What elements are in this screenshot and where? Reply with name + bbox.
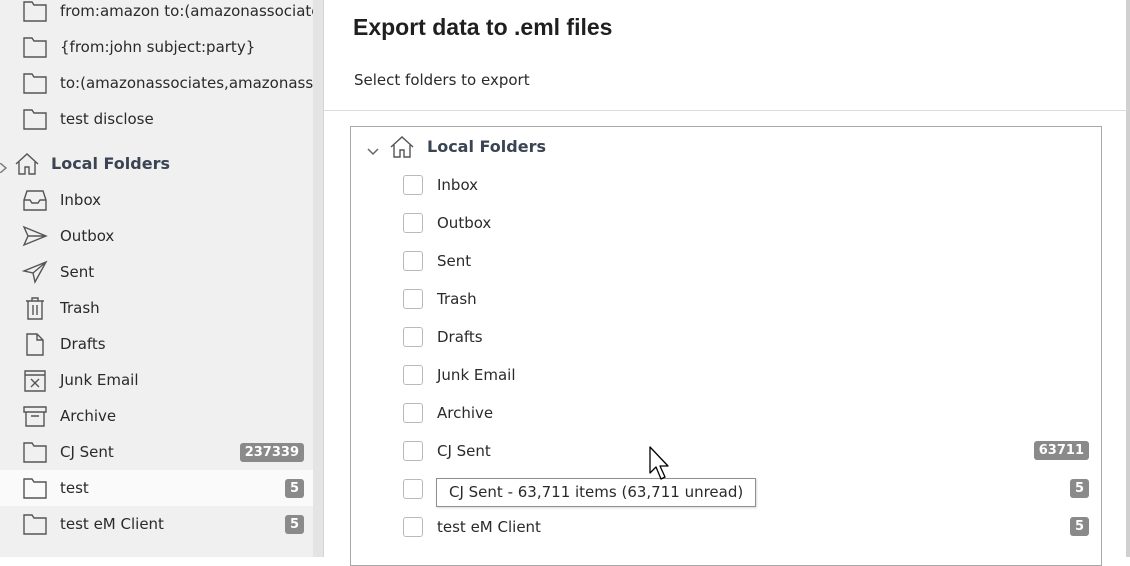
sidebar-item-label: Drafts [60,335,106,353]
tree-item-junk-email[interactable]: Junk Email [351,356,1101,394]
unread-count-badge: 5 [284,515,304,534]
home-icon [14,152,40,176]
unread-count-badge: 5 [284,479,304,498]
sidebar-item-label: Outbox [60,227,115,245]
sidebar-item-junk-email[interactable]: Junk Email [0,362,313,398]
folder-icon [22,440,48,464]
tree-item-label: Junk Email [437,366,516,384]
folder-tooltip: CJ Sent - 63,711 items (63,711 unread) [436,478,757,507]
tree-item-archive[interactable]: Archive [351,394,1101,432]
folder-checkbox[interactable] [403,365,423,385]
export-dialog: Export data to .eml files Select folders… [323,0,1127,566]
tree-item-label: Trash [437,290,477,308]
inbox-icon [22,188,48,212]
sidebar-header-label: Local Folders [51,154,170,173]
tree-root-label: Local Folders [427,137,546,156]
tree-item-sent[interactable]: Sent [351,242,1101,280]
sidebar-item-test[interactable]: test 5 [0,470,313,506]
folder-checkbox[interactable] [403,213,423,233]
tree-item-label: Outbox [437,214,492,232]
tree-item-label: Inbox [437,176,479,194]
tree-item-drafts[interactable]: Drafts [351,318,1101,356]
home-icon [389,134,415,164]
chevron-down-icon[interactable] [367,141,379,160]
drafts-icon [22,332,48,356]
folder-checkbox[interactable] [403,289,423,309]
folder-icon [22,512,48,536]
sidebar-item-drafts[interactable]: Drafts [0,326,313,362]
sidebar-item-label: Inbox [60,191,102,209]
sidebar-item-label: Trash [60,299,100,317]
sidebar-item-inbox[interactable]: Inbox [0,182,313,218]
folder-icon [22,476,48,500]
tree-root-local-folders[interactable]: Local Folders [351,127,1101,167]
archive-icon [22,404,48,428]
tree-item-label: CJ Sent [437,442,491,460]
sidebar-item-label: {from:john subject:party} [60,38,256,56]
folder-checkbox[interactable] [403,441,423,461]
sidebar-item-search-folder-3[interactable]: to:(amazonassociates,amazonassoci [0,65,313,101]
folder-icon [22,0,48,23]
dialog-subtitle: Select folders to export [354,71,530,89]
sidebar-local-folders-header[interactable]: Local Folders [0,146,313,182]
sidebar-item-cj-sent[interactable]: CJ Sent 237339 [0,434,313,470]
folder-sidebar: from:amazon to:(amazonassociates, {from:… [0,0,313,557]
folder-checkbox[interactable] [403,403,423,423]
divider [324,110,1127,111]
sidebar-item-label: test eM Client [60,515,164,533]
folder-checkbox[interactable] [403,251,423,271]
folder-checkbox[interactable] [403,517,423,537]
sidebar-item-archive[interactable]: Archive [0,398,313,434]
message-list-edge [313,0,323,557]
tree-item-trash[interactable]: Trash [351,280,1101,318]
sidebar-item-label: Archive [60,407,117,425]
background-pane-edge [1126,0,1130,557]
sidebar-item-label: CJ Sent [60,443,114,461]
folder-icon [22,35,48,59]
sidebar-item-label: Sent [60,263,95,281]
sidebar-item-search-folder-1[interactable]: from:amazon to:(amazonassociates, [0,0,313,29]
folder-checkbox[interactable] [403,327,423,347]
sidebar-item-label: test disclose [60,110,154,128]
unread-count-badge: 5 [1069,517,1089,536]
dialog-title: Export data to .eml files [353,14,613,40]
sidebar-item-test-disclose[interactable]: test disclose [0,101,313,137]
folder-icon [22,107,48,131]
folder-checkbox[interactable] [403,175,423,195]
folder-icon [22,71,48,95]
sidebar-item-outbox[interactable]: Outbox [0,218,313,254]
mouse-cursor-icon [649,446,673,486]
folder-checkbox[interactable] [403,479,423,499]
sidebar-item-test-em-client[interactable]: test eM Client 5 [0,506,313,542]
sidebar-item-label: from:amazon to:(amazonassociates, [60,2,313,20]
tree-item-label: test eM Client [437,518,541,536]
junk-icon [22,368,48,392]
tree-item-outbox[interactable]: Outbox [351,204,1101,242]
sidebar-item-search-folder-2[interactable]: {from:john subject:party} [0,29,313,65]
sidebar-item-trash[interactable]: Trash [0,290,313,326]
unread-count-badge: 63711 [1033,441,1089,460]
tree-item-test-em-client[interactable]: test eM Client 5 [351,508,1101,546]
chevron-right-icon[interactable] [0,158,8,174]
trash-icon [22,296,48,320]
tree-item-cj-sent[interactable]: CJ Sent 63711 [351,432,1101,470]
sent-icon [22,260,48,284]
tree-item-label: Sent [437,252,472,270]
sidebar-item-sent[interactable]: Sent [0,254,313,290]
outbox-icon [22,224,48,248]
unread-count-badge: 5 [1069,479,1089,498]
tree-item-label: Drafts [437,328,483,346]
sidebar-item-label: Junk Email [60,371,139,389]
sidebar-item-label: to:(amazonassociates,amazonassoci [60,74,313,92]
sidebar-item-label: test [60,479,89,497]
unread-count-badge: 237339 [239,443,304,462]
tree-item-inbox[interactable]: Inbox [351,166,1101,204]
tree-item-label: Archive [437,404,494,422]
